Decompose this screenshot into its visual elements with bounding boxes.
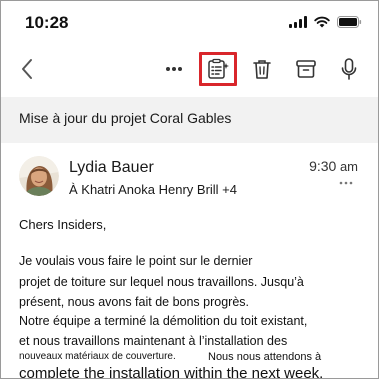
battery-icon: [337, 16, 362, 28]
archive-button[interactable]: [291, 45, 321, 93]
message-time-suffix: am: [339, 159, 358, 174]
back-button[interactable]: [9, 45, 45, 93]
message-more-button[interactable]: [338, 177, 354, 189]
summarize-button[interactable]: [199, 45, 237, 93]
status-time: 10:28: [25, 13, 69, 32]
body-line: complete the installation within the nex…: [19, 365, 324, 379]
body-greeting: Chers Insiders,: [19, 217, 107, 232]
message-time: 9:30 am: [309, 158, 358, 174]
chevron-left-icon: [22, 59, 32, 79]
phone-screen: 10:28 Mise à jour du projet Coral Gables…: [0, 0, 379, 379]
body-line: Je voulais vous faire le point sur le de…: [19, 254, 253, 268]
body-line: Nous nous attendons à: [208, 351, 322, 363]
more-horizontal-icon: [339, 181, 353, 185]
message-time-value: 9:30: [309, 158, 337, 174]
more-horizontal-icon: [166, 67, 182, 71]
body-line: et nous travaillons maintenant à l’insta…: [19, 334, 288, 348]
sender-name[interactable]: Lydia Bauer: [69, 159, 154, 177]
recipients-line[interactable]: À Khatri Anoka Henry Brill +4: [69, 182, 237, 197]
status-icons: [289, 16, 362, 28]
cellular-signal-icon: [289, 16, 307, 28]
delete-button[interactable]: [247, 45, 277, 93]
body-line: nouveaux matériaux de couverture.: [19, 351, 176, 362]
wifi-icon: [314, 16, 330, 28]
more-options-button[interactable]: [159, 45, 189, 93]
subject-bar: Mise à jour du projet Coral Gables: [1, 97, 378, 143]
microphone-icon: [341, 58, 357, 80]
dictation-button[interactable]: [336, 45, 362, 93]
body-line: Notre équipe a terminé la démolition du …: [19, 314, 308, 328]
message-toolbar: [1, 45, 378, 93]
highlight-box: [199, 52, 237, 86]
email-subject: Mise à jour du projet Coral Gables: [19, 110, 232, 126]
status-bar: 10:28: [1, 1, 378, 41]
archive-icon: [296, 60, 316, 78]
trash-icon: [253, 60, 271, 79]
sender-avatar[interactable]: [19, 156, 59, 196]
body-line: projet de toiture sur lequel nous travai…: [19, 275, 304, 289]
body-line: présent, nous avons fait de bons progrès…: [19, 295, 250, 309]
